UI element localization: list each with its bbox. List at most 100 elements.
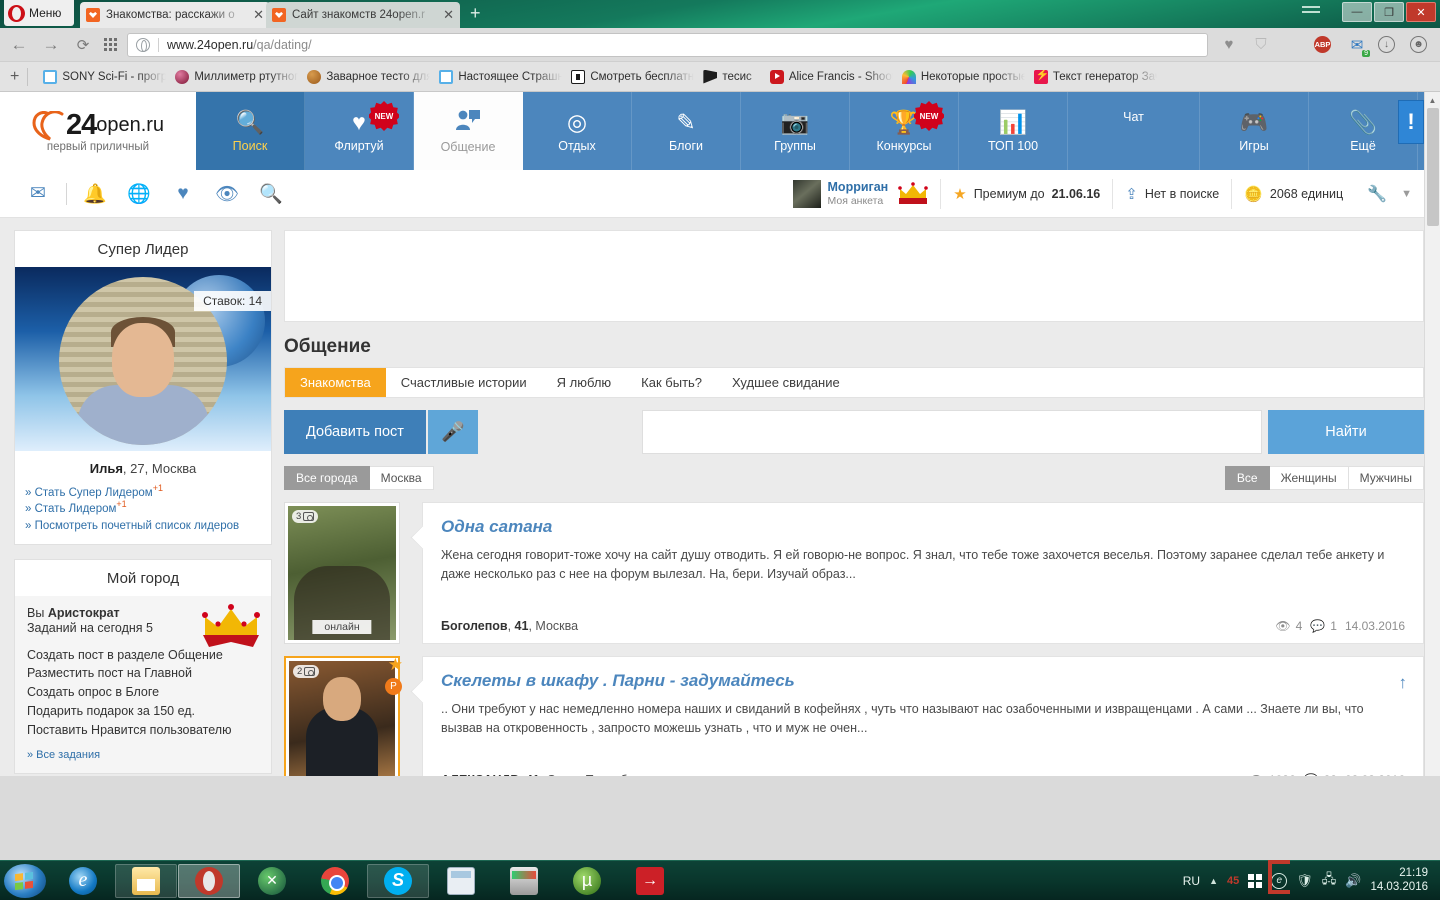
bookmark-item[interactable]: Alice Francis - Shoot [761, 69, 893, 84]
bookmark-item[interactable]: тесис [694, 69, 760, 84]
tab-happy-stories[interactable]: Счастливые истории [386, 368, 542, 397]
opera-menu-button[interactable]: Меню [4, 0, 74, 26]
taskbar-utorrent[interactable] [556, 864, 618, 898]
globe-icon[interactable]: 🌐 [117, 182, 161, 206]
scroll-up-icon[interactable]: ▲ [1425, 92, 1440, 108]
url-input[interactable]: www.24open.ru/qa/dating/ [127, 32, 1208, 57]
nav-item-gruppy[interactable]: 📷 Группы [741, 92, 850, 170]
eye-icon[interactable]: 👁 [205, 182, 249, 206]
taskbar-skype[interactable] [367, 863, 429, 898]
premium-status[interactable]: ★ Премиум до 21.06.16 [940, 178, 1112, 209]
scrollbar-thumb[interactable] [1427, 108, 1439, 226]
honor-list-link[interactable]: » Посмотреть почетный список лидеров [25, 520, 239, 532]
bookmark-item[interactable]: Настоящее Страшно [430, 69, 562, 84]
network-tray-icon[interactable]: 🖧 [1322, 870, 1337, 892]
minimize-button[interactable]: — [1342, 2, 1372, 22]
nav-item-konkursy[interactable]: 🏆 Конкурсы NEW [850, 92, 959, 170]
taskbar-internet-explorer[interactable] [52, 864, 114, 898]
adblock-icon[interactable]: ABP [1314, 36, 1336, 53]
post-thumbnail[interactable]: 3 онлайн [284, 502, 400, 644]
search-status[interactable]: ⇪ Нет в поиске [1112, 178, 1231, 209]
maximize-button[interactable]: ❐ [1374, 2, 1404, 22]
taskbar-clock[interactable]: 21:19 14.03.2016 [1370, 867, 1428, 895]
taskbar-opera[interactable] [178, 863, 240, 898]
coins-balance[interactable]: 🪙 2068 единиц [1231, 178, 1355, 209]
microphone-icon[interactable]: 🎤 [427, 410, 478, 454]
taskbar-xnview[interactable] [241, 864, 303, 898]
tab-znakomstva[interactable]: Знакомства [285, 368, 386, 397]
nav-item-top100[interactable]: 📊 ТОП 100 [959, 92, 1068, 170]
bookmark-item[interactable]: Смотреть бесплатно [562, 69, 694, 84]
chevron-down-icon[interactable]: ▼ [1401, 188, 1412, 200]
my-profile-link[interactable]: Моя анкета [828, 195, 889, 207]
bookmark-item[interactable]: Текст генератор Зач [1025, 69, 1157, 84]
site-info-icon[interactable] [136, 37, 150, 52]
back-icon[interactable]: ← [8, 35, 30, 55]
nav-item-otdyh[interactable]: ◎ Отдых [523, 92, 632, 170]
browser-tab-2[interactable]: Сайт знакомств 24open.r ✕ [266, 2, 460, 28]
all-tasks-link[interactable]: » Все задания [27, 749, 259, 761]
leader-photo[interactable]: Ставок: 14 [15, 267, 271, 451]
reload-icon[interactable]: ⟳ [72, 36, 94, 54]
antivirus-tray-icon[interactable]: 🛡 [1296, 873, 1313, 889]
profile-icon[interactable]: ☻ [1410, 36, 1432, 53]
filter-moscow[interactable]: Москва [369, 466, 434, 490]
user-name-block[interactable]: Морриган Моя анкета [828, 180, 889, 206]
taskbar-calculator[interactable] [430, 864, 492, 898]
taskbar-chrome[interactable] [304, 864, 366, 898]
bookmark-item[interactable]: Заварное тесто для [298, 69, 430, 84]
shield-icon[interactable]: ⛉ [1250, 36, 1272, 53]
bookmark-heart-icon[interactable]: ♥ [1218, 36, 1240, 53]
mail-extension-icon[interactable]: ✉ 9 [1346, 36, 1370, 57]
tab-worst-date[interactable]: Худшее свидание [717, 368, 855, 397]
nav-item-poisk[interactable]: 🔍 Поиск [196, 92, 305, 170]
filter-women[interactable]: Женщины [1269, 466, 1349, 490]
volume-icon[interactable]: 🔊 [1345, 873, 1361, 889]
bell-icon[interactable]: 🔔 [73, 182, 117, 206]
close-icon[interactable]: ✕ [253, 7, 264, 23]
nav-item-blogi[interactable]: ✎ Блоги [632, 92, 741, 170]
menu-hamburger-icon[interactable] [1302, 6, 1320, 16]
nav-item-obshenie[interactable]: Общение [414, 92, 523, 170]
taskbar-exit-app[interactable] [619, 864, 681, 898]
post-title[interactable]: Скелеты в шкафу . Парни - задумайтесь [441, 671, 1405, 691]
nav-item-chat[interactable]: Чат [1068, 92, 1200, 170]
tab-how-to-be[interactable]: Как быть? [626, 368, 717, 397]
up-arrow-icon[interactable]: ↑ [1399, 673, 1408, 693]
add-bookmark-icon[interactable]: + [6, 68, 27, 86]
filter-all-genders[interactable]: Все [1224, 466, 1270, 490]
bookmark-item[interactable]: SONY Sci-Fi - програ [34, 69, 166, 84]
close-icon[interactable]: ✕ [443, 7, 454, 23]
post-title[interactable]: Одна сатана [441, 517, 1405, 537]
page-scrollbar[interactable]: ▲ [1424, 92, 1440, 776]
heart-icon[interactable]: ♥ [161, 183, 205, 205]
taskbar-file-explorer[interactable] [115, 863, 177, 898]
tray-expand-icon[interactable]: ▲ [1209, 876, 1218, 886]
nav-item-igry[interactable]: 🎮 Игры [1200, 92, 1309, 170]
taskbar-scanner[interactable] [493, 864, 555, 898]
find-button[interactable]: Найти [1268, 410, 1424, 454]
bookmark-item[interactable]: Миллиметр ртутного [166, 69, 298, 84]
browser-tab-1[interactable]: Знакомства: расскажи о ✕ [80, 2, 270, 28]
filter-men[interactable]: Мужчины [1348, 466, 1424, 490]
search-input[interactable] [642, 410, 1262, 454]
post-thumbnail[interactable]: 2 ★ P [284, 655, 403, 776]
site-logo[interactable]: 24 open.ru первый приличный [0, 92, 196, 170]
downloads-icon[interactable]: ↓ [1378, 36, 1400, 53]
forward-icon[interactable]: → [40, 35, 62, 55]
speed-dial-icon[interactable] [104, 38, 117, 51]
become-leader-link[interactable]: » Стать Лидером+1 [25, 499, 127, 515]
windows-update-icon[interactable] [1248, 873, 1263, 888]
close-window-button[interactable]: ✕ [1406, 2, 1436, 22]
envelope-icon[interactable]: ✉ [16, 182, 60, 205]
notification-count[interactable]: 45 [1227, 875, 1239, 887]
alert-flag-button[interactable]: ! [1398, 100, 1424, 144]
nav-item-flirt[interactable]: ♥ Флиртуй NEW [305, 92, 414, 170]
search-icon[interactable]: 🔍 [249, 182, 293, 206]
tab-i-love[interactable]: Я люблю [542, 368, 627, 397]
language-indicator[interactable]: RU [1183, 874, 1200, 888]
avatar[interactable] [792, 179, 821, 208]
bookmark-item[interactable]: Некоторые простые [893, 69, 1025, 84]
start-button[interactable] [4, 863, 46, 898]
become-super-leader-link[interactable]: » Стать Супер Лидером+1 [25, 483, 163, 499]
